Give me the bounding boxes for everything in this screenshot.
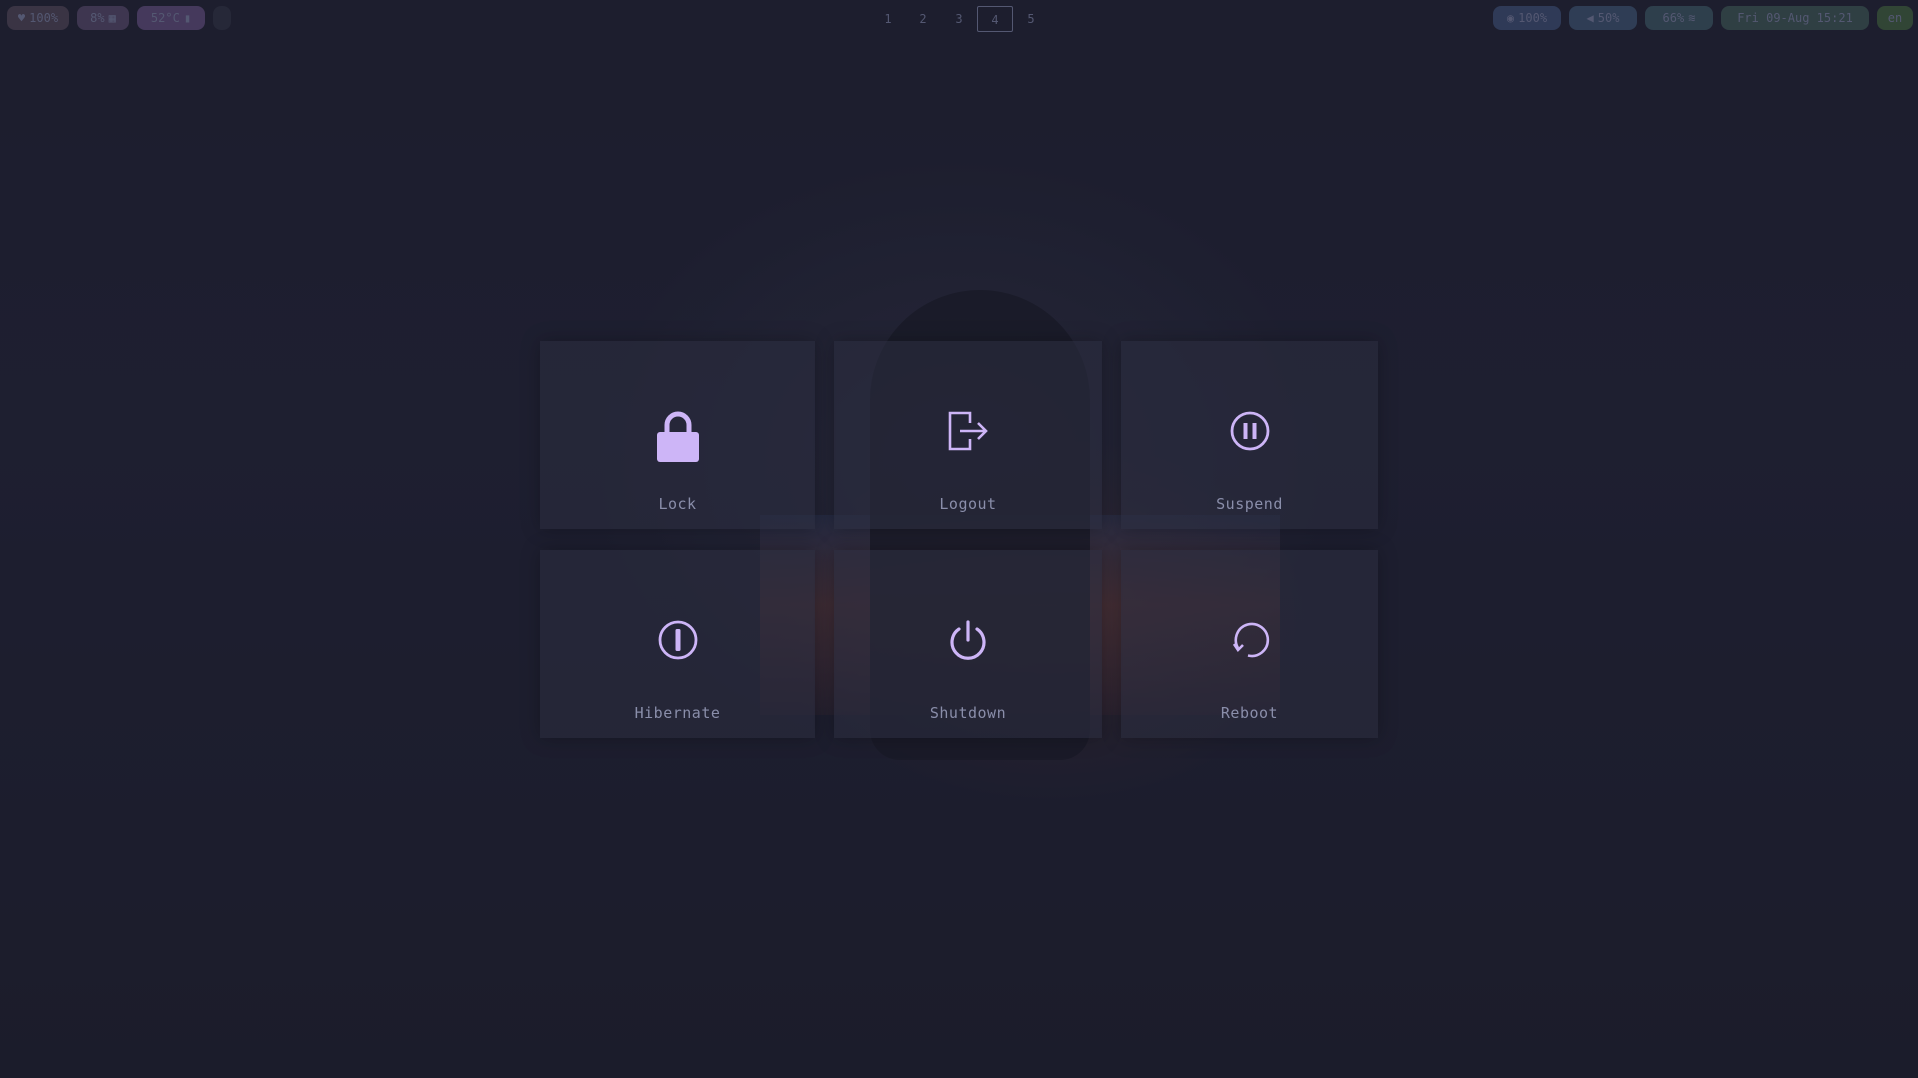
brightness-value: 100% (1518, 11, 1548, 25)
hibernate-label: Hibernate (634, 704, 721, 722)
heart-icon: ♥ (17, 11, 26, 25)
volume-module[interactable]: ◀ 50% (1569, 6, 1637, 30)
cpu-module[interactable]: 8% ▦ (77, 6, 129, 30)
clock-module[interactable]: Fri 09-Aug 15:21 (1721, 6, 1869, 30)
bulb-icon: ◉ (1506, 11, 1515, 25)
cpu-value: 8% (90, 11, 105, 25)
shutdown-button[interactable]: Shutdown (834, 550, 1102, 738)
reboot-label: Reboot (1220, 704, 1279, 722)
lock-label: Lock (658, 495, 697, 513)
workspace-4[interactable]: 4 (977, 6, 1013, 32)
tray-placeholder (213, 6, 231, 30)
power-icon (950, 620, 986, 660)
chip-icon: ▦ (108, 11, 116, 25)
suspend-button[interactable]: Suspend (1121, 341, 1378, 529)
suspend-label: Suspend (1216, 495, 1283, 513)
hibernate-button[interactable]: Hibernate (540, 550, 815, 738)
status-bar: ♥ 100% 8% ▦ 52°C ▮ 1 2 3 4 5 ◉ 100% ◀ 50% 66%… (0, 0, 1918, 36)
thermometer-icon: ▮ (183, 11, 192, 25)
temperature-value: 52°C (150, 11, 180, 25)
workspace-2[interactable]: 2 (905, 6, 941, 32)
reboot-button[interactable]: Reboot (1121, 550, 1378, 738)
temperature-module[interactable]: 52°C ▮ (137, 6, 205, 30)
hibernate-icon (658, 620, 697, 660)
language-module[interactable]: en (1877, 6, 1913, 30)
pause-circle-icon (1230, 411, 1269, 451)
shutdown-label: Shutdown (929, 704, 1007, 722)
logout-button[interactable]: Logout (834, 341, 1102, 529)
reboot-icon (1232, 622, 1269, 658)
battery-module[interactable]: ♥ 100% (7, 6, 69, 30)
overlay-dim (0, 0, 1918, 1078)
lock-icon (656, 411, 699, 462)
wifi-value: 66% (1662, 11, 1685, 25)
volume-value: 50% (1597, 11, 1620, 25)
wifi-module[interactable]: 66% ≋ (1645, 6, 1713, 30)
logout-label: Logout (939, 495, 997, 513)
wifi-icon: ≋ (1688, 11, 1696, 25)
workspace-5[interactable]: 5 (1013, 6, 1049, 32)
speaker-icon: ◀ (1586, 11, 1594, 25)
workspace-1[interactable]: 1 (870, 6, 906, 32)
battery-value: 100% (29, 11, 59, 25)
logout-icon (948, 411, 988, 451)
lock-button[interactable]: Lock (540, 341, 815, 529)
brightness-module[interactable]: ◉ 100% (1493, 6, 1561, 30)
desktop-screen: ♥ 100% 8% ▦ 52°C ▮ 1 2 3 4 5 ◉ 100% ◀ 50% 66%… (0, 0, 1918, 1078)
workspace-3[interactable]: 3 (941, 6, 977, 32)
